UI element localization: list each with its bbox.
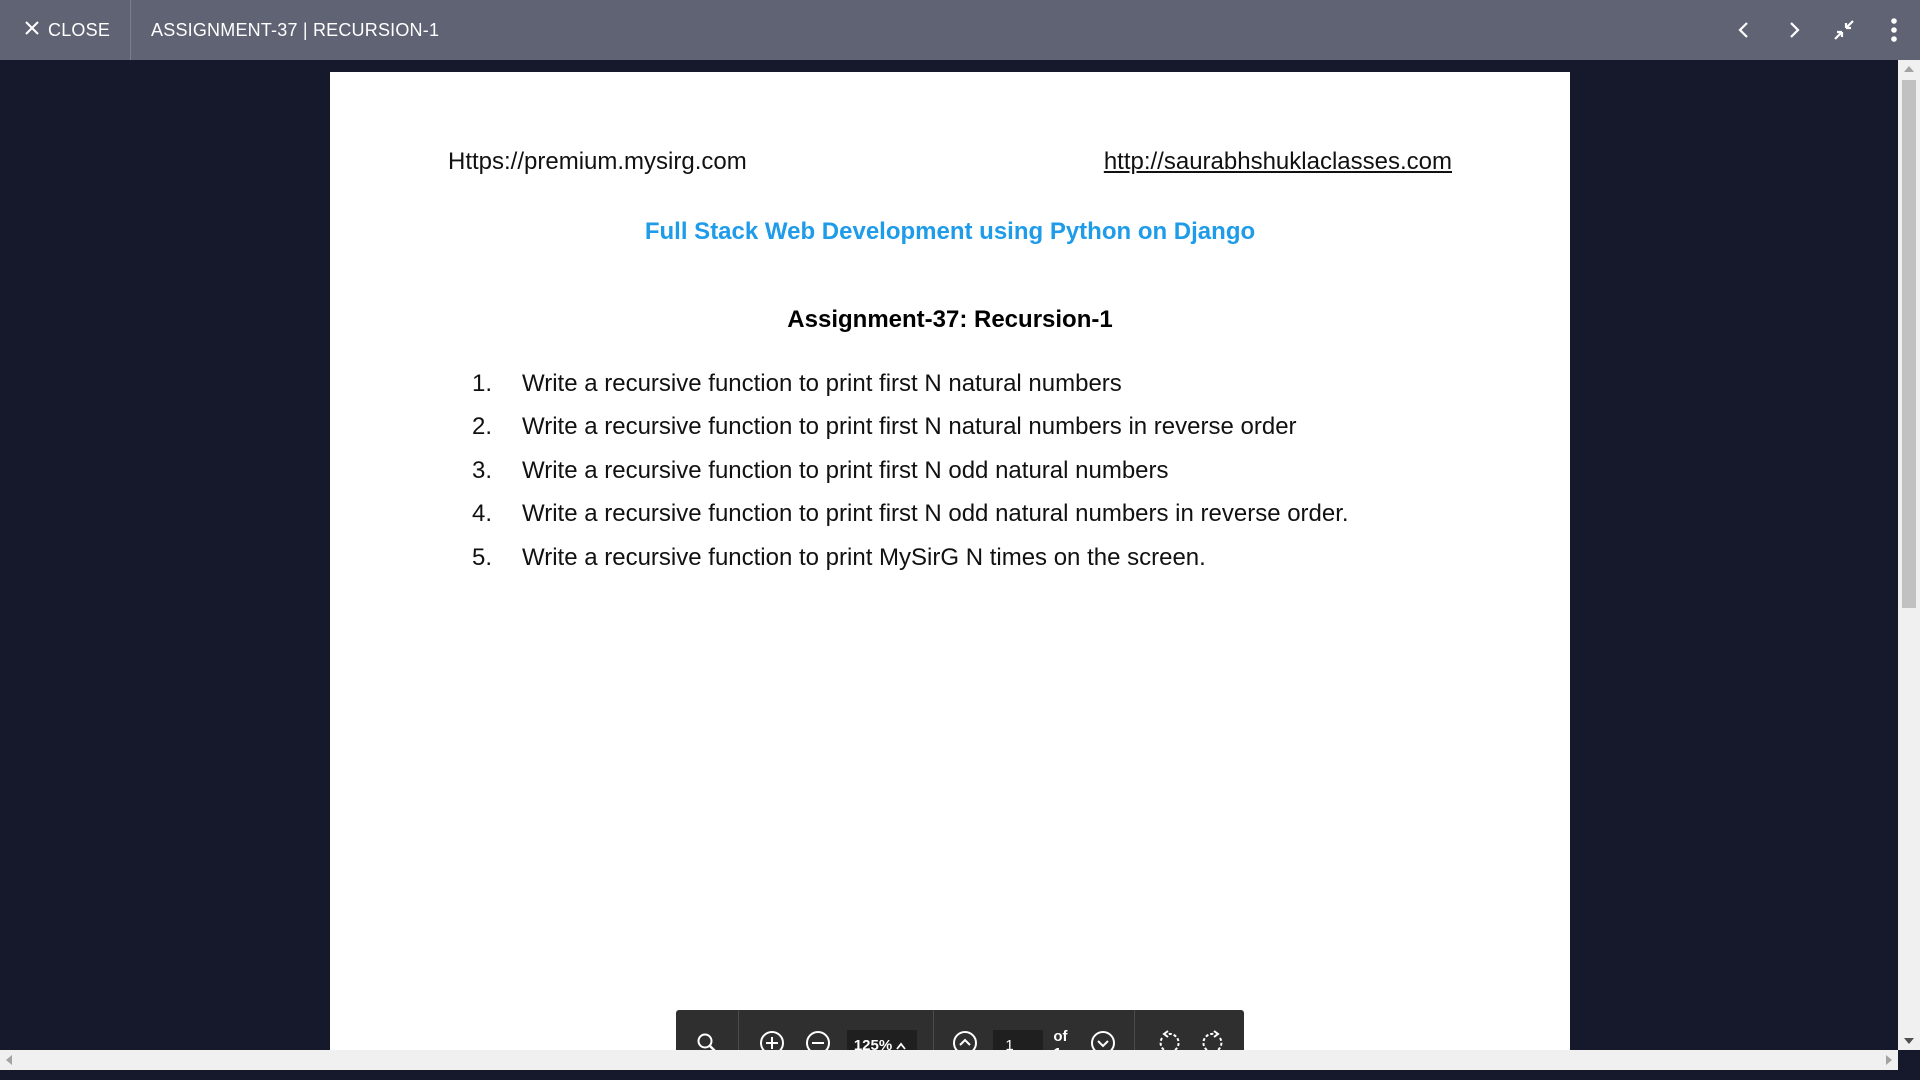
course-title: Full Stack Web Development using Python … bbox=[644, 218, 1256, 245]
list-item: 2. Write a recursive function to print f… bbox=[470, 406, 1470, 450]
scroll-right-arrow[interactable] bbox=[1886, 1055, 1892, 1065]
question-text: Write a recursive function to print firs… bbox=[522, 369, 1122, 397]
vertical-scrollbar[interactable] bbox=[1898, 60, 1920, 1050]
saurabhshukla-link[interactable]: http://saurabhshuklaclasses.com bbox=[1104, 148, 1452, 176]
close-icon bbox=[24, 20, 40, 41]
scrollbar-thumb[interactable] bbox=[1902, 80, 1916, 608]
exit-fullscreen-button[interactable] bbox=[1824, 10, 1864, 50]
question-list: 1. Write a recursive function to print f… bbox=[470, 362, 1470, 580]
bottom-strip bbox=[0, 1070, 1920, 1080]
top-bar: CLOSE ASSIGNMENT-37 | RECURSION-1 bbox=[0, 0, 1920, 60]
next-button[interactable] bbox=[1774, 10, 1814, 50]
question-text: Write a recursive function to print firs… bbox=[522, 500, 1349, 528]
more-vertical-icon bbox=[1890, 17, 1898, 43]
premium-url-text: Https://premium.mysirg.com bbox=[448, 148, 747, 175]
close-label: CLOSE bbox=[48, 19, 111, 40]
list-item: 1. Write a recursive function to print f… bbox=[470, 362, 1470, 406]
scroll-up-arrow[interactable] bbox=[1904, 66, 1914, 72]
pdf-page: Https://premium.mysirg.com http://saurab… bbox=[330, 72, 1570, 1050]
list-item: 5. Write a recursive function to print M… bbox=[470, 536, 1470, 580]
scroll-down-arrow[interactable] bbox=[1904, 1038, 1914, 1044]
previous-button[interactable] bbox=[1724, 10, 1764, 50]
chevron-left-icon bbox=[1737, 21, 1751, 39]
more-options-button[interactable] bbox=[1874, 10, 1914, 50]
close-button[interactable]: CLOSE bbox=[0, 0, 132, 60]
question-text: Write a recursive function to print firs… bbox=[522, 456, 1169, 484]
question-number: 4. bbox=[472, 500, 493, 528]
header-links: Https://premium.mysirg.com http://saurab… bbox=[448, 148, 1452, 176]
question-number: 5. bbox=[472, 543, 493, 571]
chevron-right-icon bbox=[1787, 21, 1801, 39]
pdf-viewer: Https://premium.mysirg.com http://saurab… bbox=[0, 60, 1920, 1080]
list-item: 3. Write a recursive function to print f… bbox=[470, 449, 1470, 493]
scroll-left-arrow[interactable] bbox=[6, 1055, 12, 1065]
assignment-title: Assignment-37: Recursion-1 bbox=[787, 306, 1113, 333]
question-number: 2. bbox=[472, 413, 493, 441]
list-item: 4. Write a recursive function to print f… bbox=[470, 493, 1470, 537]
horizontal-scrollbar[interactable] bbox=[0, 1050, 1898, 1070]
question-text: Write a recursive function to print MySi… bbox=[522, 543, 1206, 571]
question-number: 3. bbox=[472, 456, 493, 484]
document-title: ASSIGNMENT-37 | RECURSION-1 bbox=[151, 19, 440, 40]
question-text: Write a recursive function to print firs… bbox=[522, 413, 1297, 441]
exit-fullscreen-icon bbox=[1832, 18, 1856, 42]
question-number: 1. bbox=[472, 369, 493, 397]
